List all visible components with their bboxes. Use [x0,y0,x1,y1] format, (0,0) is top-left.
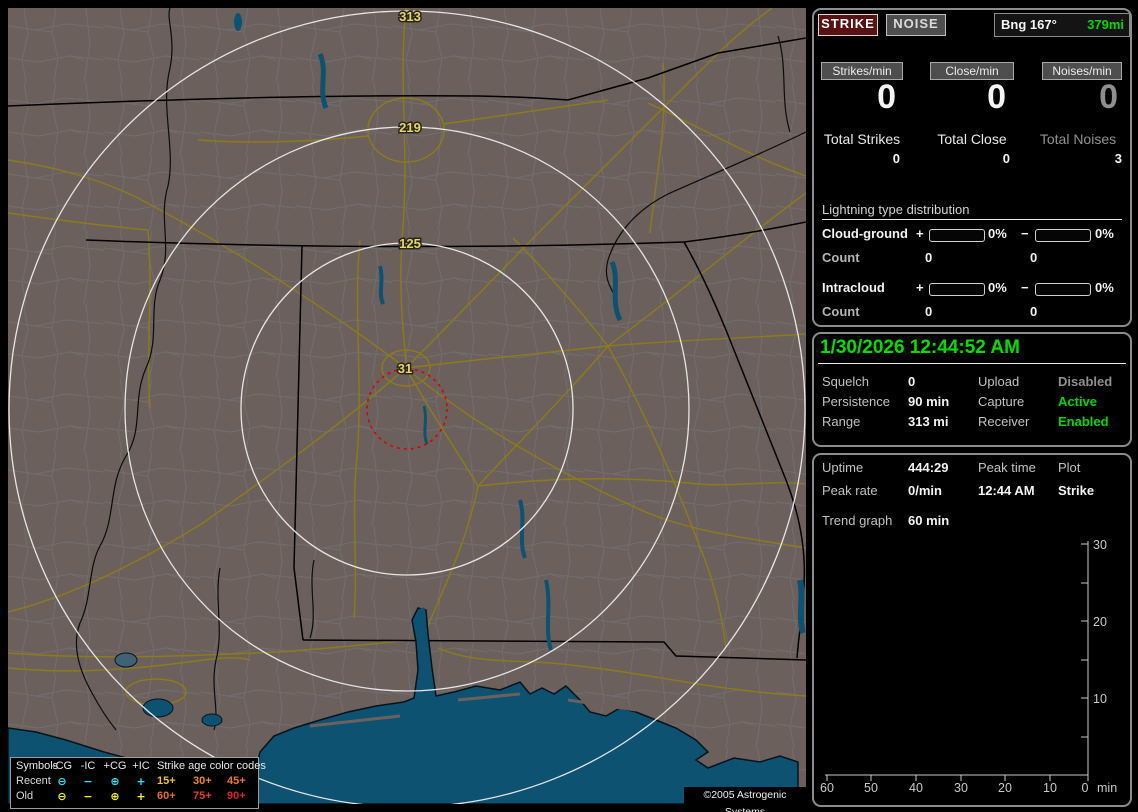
distribution-divider [822,219,1122,220]
capture-label: Capture [978,394,1025,409]
intracloud-label: Intracloud [822,280,885,295]
legend-recent-label: Recent [16,775,51,787]
x-axis-unit: min [1097,781,1117,795]
strike-counter-panel: STRIKE NOISE Bng 167° 379mi Strikes/min … [812,8,1132,327]
circled-plus-icon: ⊕ [110,775,120,788]
minus-sign: − [1021,280,1029,295]
close-per-min-value: 0 [987,78,1006,116]
bearing-readout: Bng 167° 379mi [994,13,1130,37]
lightning-map[interactable]: 313 219 125 31 Symbols -CG -IC +CG +IC S… [8,8,806,812]
upload-status: Disabled [1058,374,1113,389]
plus-sign: + [916,280,924,295]
squelch-value: 0 [908,374,916,389]
total-close-value: 0 [1002,151,1010,166]
range-value: 313 mi [908,414,949,429]
stats-panel: Uptime 444:29 Peak time Plot Peak rate 0… [812,453,1132,807]
minus-sign: − [1021,226,1029,241]
y-tick-30: 30 [1093,538,1107,552]
minus-icon: − [83,775,93,788]
x-tick-50: 50 [864,781,878,795]
capture-status: Active [1058,394,1098,409]
cg-minus-bar [1035,229,1091,242]
ic-minus-count: 0 [1030,304,1038,319]
noise-mode-button[interactable]: NOISE [885,13,947,37]
receiver-label: Receiver [978,414,1030,429]
total-noises-label: Total Noises [1039,131,1117,147]
ic-minus-pct: 0% [1095,280,1114,295]
x-tick-30: 30 [954,781,968,795]
y-tick-20: 20 [1093,615,1107,629]
age-code-60: 60+ [157,790,176,802]
minus-icon: − [83,790,93,803]
legend-col-neg-ic: -IC [80,760,96,772]
cg-minus-count: 0 [1030,250,1038,265]
ic-plus-pct: 0% [988,280,1007,295]
strikes-per-min-value: 0 [877,78,896,116]
plus-sign: + [916,226,924,241]
trend-graph: 30 20 10 60 50 40 30 20 10 0 min [820,538,1117,795]
persistence-label: Persistence [822,394,890,409]
ic-plus-count: 0 [925,304,933,319]
cloud-ground-label: Cloud-ground [822,226,908,241]
range-label: Range [822,414,861,429]
age-code-15: 15+ [157,775,176,787]
total-strikes-label: Total Strikes [823,131,901,147]
ring-label-125: 125 [399,236,421,251]
cg-plus-pct: 0% [988,226,1007,241]
upload-label: Upload [978,374,1020,389]
squelch-label: Squelch [822,374,869,389]
x-tick-40: 40 [909,781,923,795]
persistence-value: 90 min [908,394,950,409]
legend-col-neg-cg: -CG [51,760,73,772]
age-code-75: 75+ [193,790,212,802]
circled-minus-icon: ⊖ [57,775,67,788]
x-tick-60: 60 [820,781,834,795]
cg-plus-bar [929,229,985,242]
status-panel: 1/30/2026 12:44:52 AM Squelch 0 Upload D… [812,332,1132,447]
plus-icon: + [136,775,146,788]
circled-minus-icon: ⊖ [57,790,67,803]
circled-plus-icon: ⊕ [110,790,120,803]
cg-count-label: Count [822,250,860,265]
plus-icon: + [136,790,146,803]
distribution-title: Lightning type distribution [822,202,970,217]
legend-age-title: Strike age color codes [157,760,266,772]
noises-per-min-value: 0 [1099,78,1118,116]
ic-minus-bar [1035,283,1091,296]
strike-mode-button[interactable]: STRIKE [817,13,879,37]
x-tick-10: 10 [1043,781,1057,795]
legend-col-pos-cg: +CG [103,760,127,772]
bearing-label: Bng 167° [1001,17,1057,32]
y-tick-10: 10 [1093,692,1107,706]
total-close-label: Total Close [937,131,1007,147]
map-canvas: 313 219 125 31 [8,8,806,804]
ic-count-label: Count [822,304,860,319]
ring-label-219: 219 [399,120,421,135]
cg-minus-pct: 0% [1095,226,1114,241]
ring-label-31: 31 [398,361,412,376]
receiver-status: Enabled [1058,414,1109,429]
x-tick-0: 0 [1082,781,1089,795]
legend-old-label: Old [16,790,34,802]
age-code-45: 45+ [227,775,246,787]
copyright-text: ©2005 Astrogenic Systems [684,787,806,812]
x-tick-20: 20 [998,781,1012,795]
bearing-distance: 379mi [1087,17,1124,32]
total-noises-value: 3 [1114,151,1122,166]
total-strikes-value: 0 [892,151,900,166]
cg-plus-count: 0 [925,250,933,265]
datetime-display: 1/30/2026 12:44:52 AM [820,337,1020,358]
age-code-30: 30+ [193,775,212,787]
map-legend: Symbols -CG -IC +CG +IC Strike age color… [10,757,266,809]
ic-plus-bar [929,283,985,296]
ring-label-313: 313 [399,9,421,24]
legend-col-pos-ic: +IC [132,760,150,772]
clock-divider [818,363,1126,364]
age-code-90: 90+ [227,790,246,802]
